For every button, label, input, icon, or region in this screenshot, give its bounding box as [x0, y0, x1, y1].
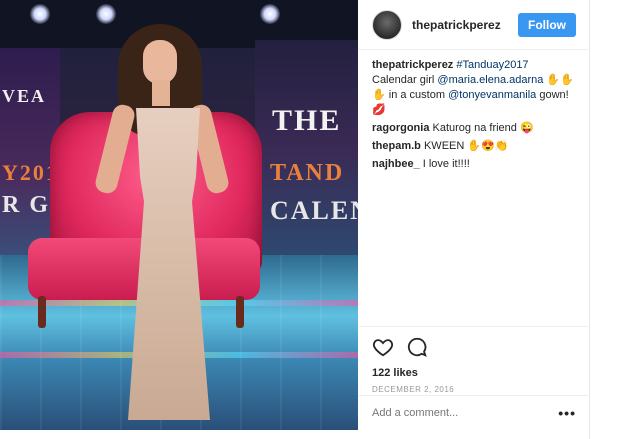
chair-leg: [236, 296, 244, 328]
comment-author-link[interactable]: ragorgonia: [372, 122, 429, 134]
comment-item: najhbee_ I love it!!!!: [372, 157, 576, 172]
comment-author-link[interactable]: najhbee_: [372, 158, 420, 170]
model-face: [143, 40, 177, 84]
comment-list: thepatrickperez #Tanduay2017 Calendar gi…: [358, 58, 590, 175]
comment-text: Calendar girl: [372, 74, 438, 86]
mention-link[interactable]: @maria.elena.adarna: [437, 74, 543, 86]
chair-leg: [38, 296, 46, 328]
follow-button[interactable]: Follow: [518, 12, 576, 37]
stage-light: [260, 4, 280, 24]
avatar[interactable]: [372, 9, 402, 40]
backdrop-text: TAND: [270, 160, 345, 186]
stage-light: [30, 4, 50, 24]
add-comment-bar: •••: [358, 395, 590, 429]
username-link[interactable]: thepatrickperez: [412, 18, 518, 32]
backdrop-text: CALEN: [270, 196, 358, 225]
post-photo[interactable]: THE TAND CALEN VEA Y201 R GIR: [0, 0, 358, 430]
backdrop-text: VEA: [2, 86, 47, 106]
like-count[interactable]: 122 likes: [372, 367, 576, 379]
heart-outline-icon[interactable]: [372, 336, 394, 358]
more-horizontal-icon[interactable]: •••: [558, 405, 576, 421]
comment-text: Katurog na friend 😜: [432, 122, 534, 134]
speech-bubble-icon[interactable]: [406, 336, 428, 358]
comment-author-link[interactable]: thepam.b: [372, 140, 421, 152]
post-date: DECEMBER 2, 2016: [372, 385, 455, 394]
comment-item: thepatrickperez #Tanduay2017 Calendar gi…: [372, 58, 576, 118]
comment-item: ragorgonia Katurog na friend 😜: [372, 121, 576, 136]
backdrop-text: THE: [272, 104, 342, 137]
mention-link[interactable]: @tonyevanmanila: [448, 89, 536, 101]
comment-input[interactable]: [372, 406, 559, 419]
backdrop-banner-right: [255, 40, 358, 260]
comment-text: KWEEN ✋😍👏: [423, 140, 509, 152]
action-icon-row: [372, 335, 576, 359]
post-header: thepatrickperez Follow: [358, 0, 590, 50]
stage-light: [96, 4, 116, 24]
instagram-post: THE TAND CALEN VEA Y201 R GIR thepatrick…: [0, 0, 590, 439]
model-neck: [152, 80, 170, 106]
comment-author-link[interactable]: thepatrickperez: [372, 59, 453, 71]
hashtag-link[interactable]: #Tanduay2017: [456, 59, 528, 71]
comment-text: I love it!!!!: [422, 158, 470, 170]
comment-item: thepam.b KWEEN ✋😍👏: [372, 139, 576, 154]
post-actions: 122 likes DECEMBER 2, 2016: [358, 326, 590, 394]
